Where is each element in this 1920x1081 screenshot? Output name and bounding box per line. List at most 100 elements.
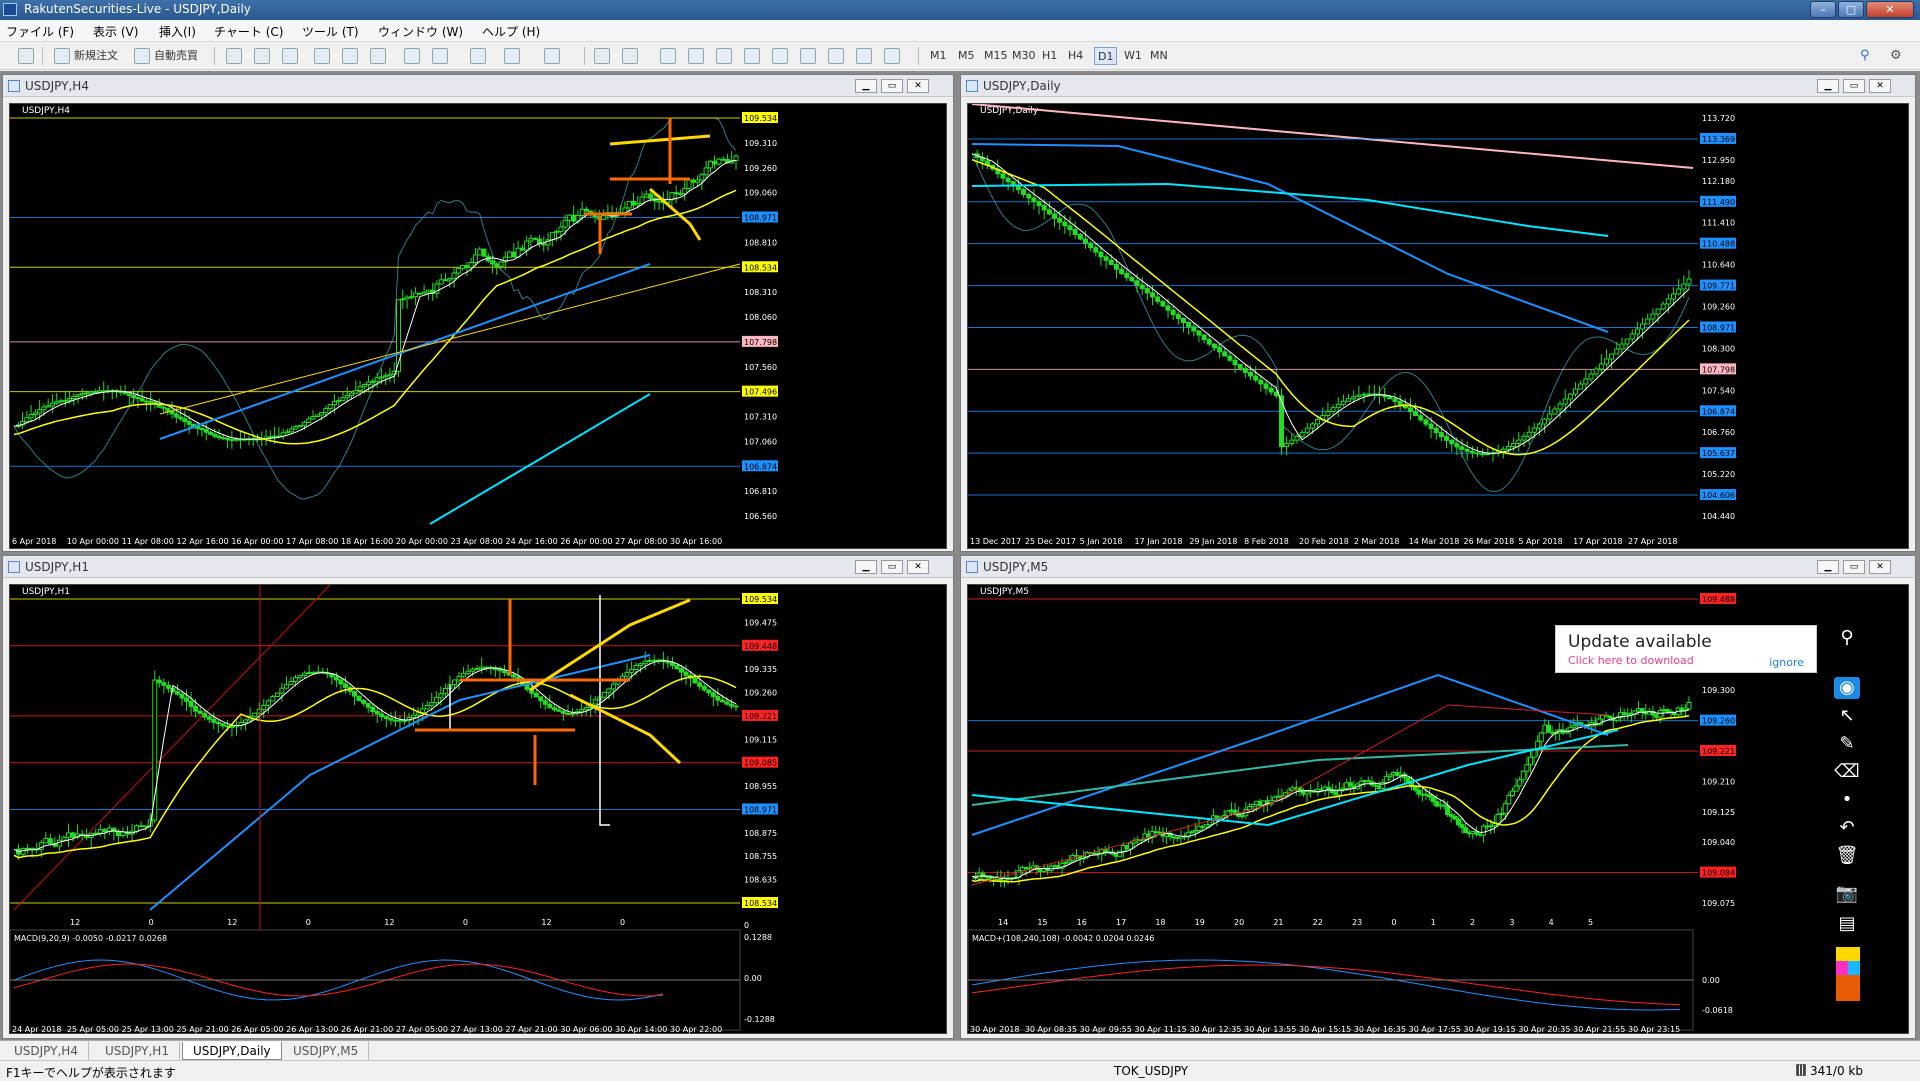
timeframe-m1[interactable]: M1 (930, 47, 947, 65)
periods-icon[interactable] (504, 48, 520, 64)
minimize-button[interactable]: ▁ (855, 79, 877, 93)
timeframe-h1[interactable]: H1 (1042, 47, 1057, 65)
eraser-icon[interactable]: ⌫ (1834, 761, 1860, 783)
auto-trade-button[interactable]: 自動売買 (154, 47, 198, 65)
menu-file[interactable]: ファイル (F) (6, 23, 74, 40)
dot-icon[interactable]: • (1834, 789, 1860, 811)
timeframe-d1[interactable]: D1 (1094, 47, 1118, 65)
timeframe-h4[interactable]: H4 (1068, 47, 1083, 65)
new-order-icon[interactable] (54, 48, 70, 64)
eye-icon[interactable]: ◉ (1834, 677, 1860, 699)
maximize-button[interactable]: ▭ (1843, 560, 1865, 574)
timeframe-m30[interactable]: M30 (1012, 47, 1036, 65)
minimize-button[interactable]: ▁ (1817, 560, 1839, 574)
gear-icon[interactable]: ⚙ (1890, 48, 1906, 64)
new-order-button[interactable]: 新規注文 (74, 47, 118, 65)
text-icon[interactable] (828, 48, 844, 64)
fib-fan-icon[interactable] (800, 48, 816, 64)
camera-icon[interactable]: 📷 (1834, 883, 1860, 905)
chart-window-titlebar[interactable]: USDJPY,Daily ▁ ▭ ✕ (961, 75, 1915, 97)
close-button[interactable]: ✕ (1869, 79, 1891, 93)
auto-trade-icon[interactable] (134, 48, 150, 64)
candle (1634, 328, 1640, 335)
menu-tools[interactable]: ツール (T) (302, 23, 359, 40)
price-chart-daily[interactable]: USDJPY,Daily 113.720 113.369 112.950 112.18… (967, 103, 1909, 549)
ma-white-line (971, 709, 1690, 880)
pencil-icon[interactable]: ✎ (1834, 733, 1860, 755)
notes-icon[interactable]: ▤ (1834, 913, 1860, 935)
ignore-link[interactable]: ignore (1769, 656, 1804, 669)
undo-icon[interactable]: ↶ (1834, 817, 1860, 839)
maximize-button[interactable]: □ (1838, 1, 1864, 18)
menu-view[interactable]: 表示 (V) (93, 23, 138, 40)
menu-window[interactable]: ウィンドウ (W) (378, 23, 463, 40)
price-chart-h4[interactable]: USDJPY,H4 109.534 109.310 109.260 109.060 10… (9, 103, 947, 549)
fibonacci-icon[interactable] (772, 48, 788, 64)
zoom-out-icon[interactable] (342, 48, 358, 64)
channel-icon[interactable] (744, 48, 760, 64)
candle (1284, 443, 1290, 448)
color-swatch-blue[interactable] (1848, 961, 1860, 975)
vertical-line-icon[interactable] (660, 48, 676, 64)
crosshair-icon[interactable] (622, 48, 638, 64)
tab-usdjpy-daily[interactable]: USDJPY,Daily (182, 1042, 282, 1060)
tab-usdjpy-m5[interactable]: USDJPY,M5 (283, 1042, 370, 1060)
window-toggle-icon[interactable] (18, 48, 34, 64)
search-icon[interactable]: ⚲ (1860, 48, 1876, 64)
arrows-icon[interactable] (884, 48, 900, 64)
minimize-button[interactable]: ▁ (855, 560, 877, 574)
candle (310, 415, 316, 420)
tab-usdjpy-h4[interactable]: USDJPY,H4 (4, 1042, 89, 1060)
timeframe-w1[interactable]: W1 (1124, 47, 1142, 65)
cursor-icon[interactable]: ↖ (1834, 705, 1860, 727)
timeframe-mn[interactable]: MN (1150, 47, 1168, 65)
close-button[interactable]: ✕ (1869, 560, 1891, 574)
close-button[interactable]: ✕ (907, 560, 929, 574)
close-button[interactable]: ✕ (1866, 1, 1914, 18)
tile-windows-icon[interactable] (370, 48, 386, 64)
connection-icon (1796, 1064, 1806, 1076)
maximize-button[interactable]: ▭ (881, 560, 903, 574)
minimize-button[interactable]: – (1810, 1, 1836, 18)
pin-icon[interactable]: ⚲ (1834, 627, 1860, 649)
chart-window-titlebar[interactable]: USDJPY,H1 ▁ ▭ ✕ (3, 556, 953, 578)
timeframe-m5[interactable]: M5 (958, 47, 975, 65)
templates-icon[interactable] (544, 48, 560, 64)
trendline-icon[interactable] (716, 48, 732, 64)
chart-window-h4[interactable]: USDJPY,H4 ▁ ▭ ✕ USDJPY,H4 109.534 109.310… (2, 74, 954, 552)
color-swatch-orange[interactable] (1836, 975, 1860, 1001)
color-swatch-yellow[interactable] (1836, 947, 1860, 961)
close-button[interactable]: ✕ (907, 79, 929, 93)
chart-window-titlebar[interactable]: USDJPY,M5 ▁ ▭ ✕ (961, 556, 1915, 578)
chart-shift-icon[interactable] (432, 48, 448, 64)
menu-chart[interactable]: チャート (C) (214, 23, 283, 40)
line-chart-icon[interactable] (282, 48, 298, 64)
maximize-button[interactable]: ▭ (1843, 79, 1865, 93)
x-axis-label: 27 Apr 21:00 (506, 1025, 558, 1034)
text-label-icon[interactable] (856, 48, 872, 64)
candle (1242, 367, 1248, 373)
horizontal-line-icon[interactable] (688, 48, 704, 64)
color-swatch-pink[interactable] (1836, 961, 1848, 975)
bar-chart-icon[interactable] (226, 48, 242, 64)
minimize-button[interactable]: ▁ (1817, 79, 1839, 93)
trash-icon[interactable]: 🗑 (1834, 845, 1860, 867)
tab-usdjpy-h1[interactable]: USDJPY,H1 (95, 1042, 180, 1060)
chart-window-h1[interactable]: USDJPY,H1 ▁ ▭ ✕ USDJPY,H1 109.534 109.475… (2, 555, 954, 1039)
menu-insert[interactable]: 挿入(I) (159, 23, 196, 40)
download-link[interactable]: Click here to download (1568, 654, 1694, 667)
indicators-icon[interactable] (470, 48, 486, 64)
price-chart-h1[interactable]: USDJPY,H1 109.534 109.475 109.448 109.335 10… (9, 584, 947, 1034)
zoom-in-icon[interactable] (314, 48, 330, 64)
menu-help[interactable]: ヘルプ (H) (482, 23, 540, 40)
maximize-button[interactable]: ▭ (881, 79, 903, 93)
auto-scroll-icon[interactable] (404, 48, 420, 64)
cursor-icon[interactable] (594, 48, 610, 64)
chart-window-daily[interactable]: USDJPY,Daily ▁ ▭ ✕ USDJPY,Daily 113.720 1… (960, 74, 1916, 552)
candle (642, 660, 648, 665)
candle-chart-icon[interactable] (254, 48, 270, 64)
candle (1624, 338, 1630, 345)
candle (579, 208, 585, 217)
chart-window-titlebar[interactable]: USDJPY,H4 ▁ ▭ ✕ (3, 75, 953, 97)
timeframe-m15[interactable]: M15 (984, 47, 1008, 65)
